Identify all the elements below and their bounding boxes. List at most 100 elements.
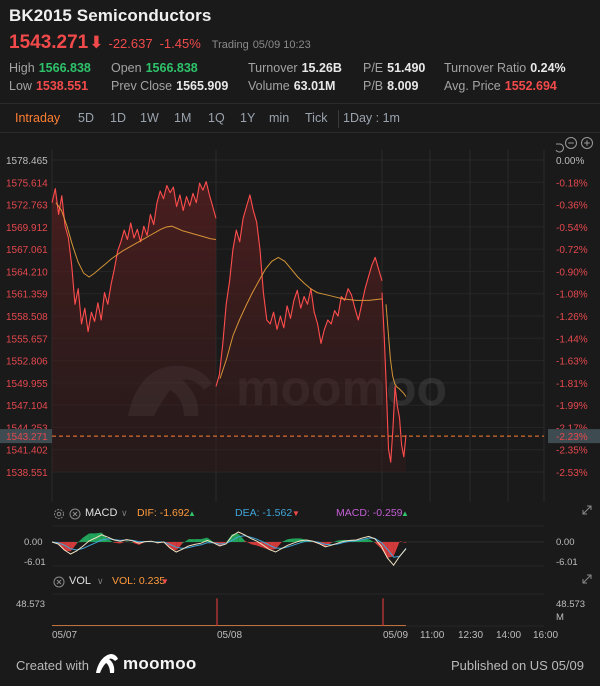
macd-histogram-bar — [393, 541, 400, 557]
triangle-down-icon: ▼ — [292, 509, 300, 518]
vol-axis-unit: M — [556, 612, 564, 623]
tab-tick[interactable]: Tick — [305, 111, 327, 125]
y-pct-tick-label: -1.81% — [556, 379, 588, 390]
y-tick-label: 1549.955 — [6, 379, 48, 390]
current-price-label: 1543.271 — [6, 432, 48, 443]
y-tick-label: 1538.551 — [6, 468, 48, 479]
close-icon[interactable] — [69, 508, 81, 520]
x-tick-label: 05/07 — [52, 630, 77, 641]
y-pct-tick-label: -0.36% — [556, 201, 588, 212]
stat-prev-close: Prev Close 1565.909 — [111, 79, 229, 93]
published-label: Published on US 05/09 — [451, 658, 584, 673]
y-pct-tick-label: -2.35% — [556, 446, 588, 457]
tab-1w[interactable]: 1W — [140, 111, 159, 125]
price-change-pct: -1.45% — [159, 36, 201, 51]
tab-intraday[interactable]: Intraday — [15, 111, 60, 125]
close-icon[interactable] — [53, 576, 65, 588]
created-with-label: Created with — [16, 658, 89, 673]
y-tick-label: 1575.614 — [6, 178, 48, 189]
tab-1d[interactable]: 1D — [110, 111, 126, 125]
macd-indicator-name: MACD — [85, 507, 118, 519]
brand: moomoo — [96, 654, 197, 674]
macd-histogram-bar — [114, 542, 121, 544]
macd-histogram-bar — [83, 533, 90, 542]
period-tabs: Intraday 5D 1D 1W 1M 1Q 1Y min Tick 1Day… — [0, 107, 600, 131]
tab-1y[interactable]: 1Y — [240, 111, 255, 125]
quote-stats: High 1566.838 Low 1538.551 Open 1566.838 Pr… — [0, 61, 600, 97]
y-tick-label: 1578.465 — [6, 156, 48, 167]
x-tick-label: 05/08 — [217, 630, 242, 641]
macd-axis-label: 0.00 — [24, 537, 43, 548]
stat-low: Low 1538.551 — [9, 79, 89, 93]
y-pct-tick-label: -0.54% — [556, 223, 588, 234]
vol-indicator-name: VOL — [69, 575, 92, 587]
stat-pb: P/B 8.009 — [363, 79, 419, 93]
y-tick-label: 1555.657 — [6, 334, 48, 345]
gear-icon[interactable] — [53, 508, 65, 520]
macd-header: MACD ∨ DIF: -1.692 ▲ DEA: -1.562 ▼ MACD:… — [0, 506, 600, 522]
last-price: 1543.271 — [9, 32, 89, 53]
y-pct-tick-label: -0.72% — [556, 245, 588, 256]
y-pct-tick-label: -1.63% — [556, 357, 588, 368]
divider — [0, 103, 600, 104]
x-tick-label: 11:00 — [420, 630, 445, 641]
macd-histogram-bar — [288, 538, 295, 542]
zoom-out-icon[interactable] — [565, 137, 577, 149]
market-status: Trading — [211, 39, 249, 51]
tab-1m[interactable]: 1M — [174, 111, 191, 125]
price-row: 1543.271 ⬇ -22.637 -1.45% Trading 05/09 … — [9, 32, 311, 54]
tab-min[interactable]: min — [269, 111, 289, 125]
triangle-up-icon: ▲ — [188, 509, 196, 518]
vol-value: VOL: 0.235 — [112, 575, 166, 587]
moomoo-logo-icon — [96, 654, 118, 673]
y-tick-label: 1552.806 — [6, 357, 48, 368]
y-pct-tick-label: -1.08% — [556, 290, 588, 301]
arrow-down-icon: ⬇ — [89, 33, 104, 52]
divider — [0, 132, 600, 133]
y-pct-tick-label: -0.18% — [556, 178, 588, 189]
macd-axis-label: -6.01 — [24, 557, 46, 568]
y-tick-label: 1547.104 — [6, 401, 48, 412]
zoom-in-icon[interactable] — [581, 137, 593, 149]
tab-interval-select[interactable]: 1Day : 1m — [343, 111, 400, 125]
tab-1q[interactable]: 1Q — [208, 111, 225, 125]
stat-avg-price: Avg. Price 1552.694 — [444, 79, 557, 93]
tab-separator — [338, 110, 339, 128]
chevron-down-icon[interactable]: ∨ — [97, 576, 104, 587]
dea-value: DEA: -1.562 — [235, 507, 293, 519]
y-pct-tick-label: 0.00% — [556, 156, 584, 167]
x-tick-label: 05/09 — [383, 630, 408, 641]
y-pct-tick-label: -1.99% — [556, 401, 588, 412]
stat-volume: Volume 63.01M — [248, 79, 336, 93]
y-tick-label: 1569.912 — [6, 223, 48, 234]
stat-open: Open 1566.838 — [111, 61, 198, 75]
macd-histogram-bar — [281, 539, 288, 542]
y-pct-tick-label: -2.53% — [556, 468, 588, 479]
macd-histogram-bar — [188, 539, 195, 542]
macd-histogram-bar — [182, 539, 189, 544]
macd-histogram-bar — [76, 537, 84, 544]
y-tick-label: 1564.210 — [6, 267, 48, 278]
vol-axis-max-right: 48.573 — [556, 599, 585, 610]
intraday-chart[interactable]: moomoo 1578.4651575.6141572.7631569.9121… — [0, 135, 600, 645]
price-area-05/07 — [52, 181, 216, 472]
stat-high: High 1566.838 — [9, 61, 91, 75]
y-tick-label: 1541.402 — [6, 446, 48, 457]
macd-value: MACD: -0.259 — [336, 507, 403, 519]
macd-histogram-bar — [126, 541, 133, 543]
stat-turnover: Turnover 15.26B — [248, 61, 342, 75]
chevron-down-icon[interactable]: ∨ — [121, 508, 128, 519]
macd-histogram-bar — [250, 542, 257, 546]
x-tick-label: 14:00 — [496, 630, 521, 641]
footer: Created with moomoo Published on US 05/0… — [0, 646, 600, 686]
vol-header: VOL ∨ VOL: 0.235 ▼ — [0, 574, 600, 590]
current-pct-label: -2.23% — [556, 432, 588, 443]
macd-histogram-bar — [194, 539, 202, 542]
tab-5d[interactable]: 5D — [78, 111, 94, 125]
y-pct-tick-label: -1.26% — [556, 312, 588, 323]
stat-turnover-ratio: Turnover Ratio 0.24% — [444, 61, 566, 75]
price-change: -22.637 — [108, 36, 153, 51]
undo-icon[interactable] — [555, 143, 564, 153]
y-pct-tick-label: -0.90% — [556, 267, 588, 278]
triangle-up-icon: ▲ — [401, 509, 409, 518]
